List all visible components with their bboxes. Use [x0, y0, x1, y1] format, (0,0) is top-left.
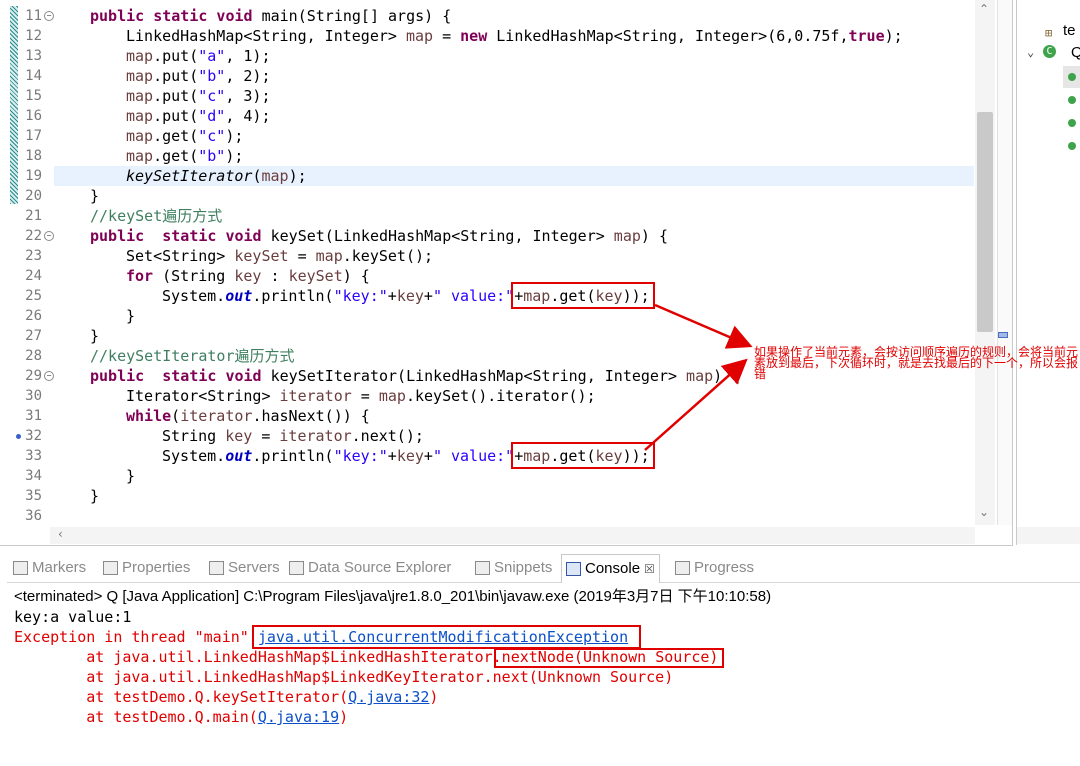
- highlight-box-exception: [252, 625, 641, 649]
- tab-console[interactable]: Console ☒: [561, 554, 660, 583]
- servers-icon: [209, 561, 224, 575]
- highlight-box-nextnode: [494, 648, 724, 668]
- markers-icon: [13, 561, 28, 575]
- close-icon[interactable]: ☒: [644, 555, 655, 583]
- stack-trace-line: at testDemo.Q.keySetIterator(Q.java:32): [14, 687, 438, 707]
- stack-trace-line: at java.util.LinkedHashMap$LinkedKeyIter…: [14, 668, 674, 686]
- view-tabs: Markers Properties Servers Data Source E…: [7, 554, 1080, 583]
- tab-label: Snippets: [494, 559, 553, 576]
- stack-trace-text: ): [429, 688, 439, 706]
- tab-progress[interactable]: Progress: [675, 554, 754, 582]
- console-output-line: key:a value:1: [14, 608, 132, 626]
- tab-label: Properties: [122, 559, 191, 576]
- exception-prefix: Exception in thread "main": [14, 628, 258, 646]
- tab-servers[interactable]: Servers: [209, 554, 280, 582]
- tab-snippets[interactable]: Snippets: [475, 554, 552, 582]
- tab-label: Console: [585, 560, 641, 577]
- tab-label: Data Source Explorer: [308, 559, 452, 576]
- tab-label: Progress: [694, 559, 755, 576]
- stack-trace-line: at testDemo.Q.main(Q.java:19): [14, 707, 348, 727]
- stack-trace-text: at testDemo.Q.main(: [14, 708, 258, 726]
- arrow-line33: [644, 358, 748, 451]
- stack-trace-text: at testDemo.Q.keySetIterator(: [14, 688, 349, 706]
- console-icon: [566, 562, 581, 576]
- tab-properties[interactable]: Properties: [103, 554, 190, 582]
- snippets-icon: [475, 561, 490, 575]
- tab-data-source-explorer[interactable]: Data Source Explorer: [289, 554, 451, 582]
- annotation-note: 如果操作了当前元素，会按访问顺序遍历的规则，会将当前元素放到最后，下次循环时，就…: [754, 345, 1079, 381]
- stack-trace-text: ): [339, 708, 349, 726]
- tab-markers[interactable]: Markers: [13, 554, 86, 582]
- progress-icon: [675, 561, 690, 575]
- console-title: <terminated> Q [Java Application] C:\Pro…: [14, 588, 772, 605]
- arrow-line25: [654, 303, 753, 349]
- properties-icon: [103, 561, 118, 575]
- tab-label: Servers: [228, 559, 280, 576]
- source-link-q32[interactable]: Q.java:32: [348, 688, 429, 706]
- stack-trace-text: at java.util.LinkedHashMap$LinkedHashIte…: [14, 648, 502, 666]
- data-source-icon: [289, 561, 304, 575]
- tab-label: Markers: [32, 559, 87, 576]
- source-link-q19[interactable]: Q.java:19: [258, 708, 339, 726]
